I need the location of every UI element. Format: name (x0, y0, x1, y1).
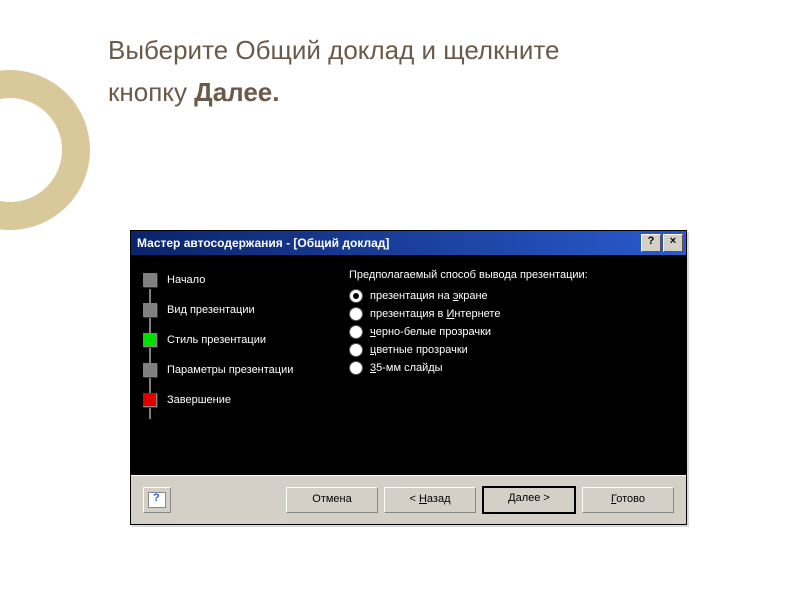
wizard-steps-panel: Начало Вид презентации Стиль презентации… (131, 255, 341, 475)
option-label: 35-мм слайды (370, 362, 443, 374)
help-button[interactable] (143, 487, 171, 513)
option-label: цветные прозрачки (370, 344, 468, 356)
finish-button[interactable]: Готово (582, 487, 674, 513)
back-button[interactable]: < Назад (384, 487, 476, 513)
step-start[interactable]: Начало (143, 269, 333, 291)
option-screen[interactable]: презентация на экране (349, 289, 670, 303)
option-label: презентация в Интернете (370, 308, 500, 320)
wizard-dialog: Мастер автосодержания - [Общий доклад] ?… (130, 230, 687, 525)
step-box-icon (143, 363, 157, 377)
step-label: Завершение (167, 394, 231, 406)
heading-line1: Выберите Общий доклад и щелкните (108, 35, 559, 65)
step-label: Параметры презентации (167, 364, 293, 376)
titlebar-text: Мастер автосодержания - [Общий доклад] (137, 236, 639, 250)
radio-icon (349, 289, 363, 303)
radio-icon (349, 325, 363, 339)
output-options-panel: Предполагаемый способ вывода презентации… (341, 255, 686, 475)
option-label: презентация на экране (370, 290, 488, 302)
dialog-body: Начало Вид презентации Стиль презентации… (131, 255, 686, 475)
step-label: Начало (167, 274, 205, 286)
step-box-icon (143, 273, 157, 287)
step-presentation-type[interactable]: Вид презентации (143, 299, 333, 321)
step-presentation-style[interactable]: Стиль презентации (143, 329, 333, 351)
option-internet[interactable]: презентация в Интернете (349, 307, 670, 321)
option-bw-overhead[interactable]: черно-белые прозрачки (349, 325, 670, 339)
step-box-icon (143, 393, 157, 407)
step-box-icon (143, 333, 157, 347)
titlebar-help-button[interactable]: ? (641, 234, 661, 252)
option-label: черно-белые прозрачки (370, 326, 491, 338)
cancel-button[interactable]: Отмена (286, 487, 378, 513)
step-label: Стиль презентации (167, 334, 266, 346)
heading-line2-prefix: кнопку (108, 77, 194, 107)
step-box-icon (143, 303, 157, 317)
step-finish[interactable]: Завершение (143, 389, 333, 411)
titlebar-close-button[interactable]: × (663, 234, 683, 252)
step-presentation-params[interactable]: Параметры презентации (143, 359, 333, 381)
help-icon (148, 492, 166, 508)
option-35mm[interactable]: 35-мм слайды (349, 361, 670, 375)
step-label: Вид презентации (167, 304, 255, 316)
titlebar[interactable]: Мастер автосодержания - [Общий доклад] ?… (131, 231, 686, 255)
radio-icon (349, 361, 363, 375)
heading-bold: Далее. (194, 77, 279, 107)
instruction-heading: Выберите Общий доклад и щелкните кнопку … (108, 30, 740, 113)
decorative-ring (0, 70, 90, 230)
radio-icon (349, 307, 363, 321)
next-button[interactable]: Далее > (482, 486, 576, 514)
options-title: Предполагаемый способ вывода презентации… (349, 269, 670, 281)
option-color-overhead[interactable]: цветные прозрачки (349, 343, 670, 357)
radio-icon (349, 343, 363, 357)
button-bar: Отмена < Назад Далее > Готово (131, 475, 686, 524)
